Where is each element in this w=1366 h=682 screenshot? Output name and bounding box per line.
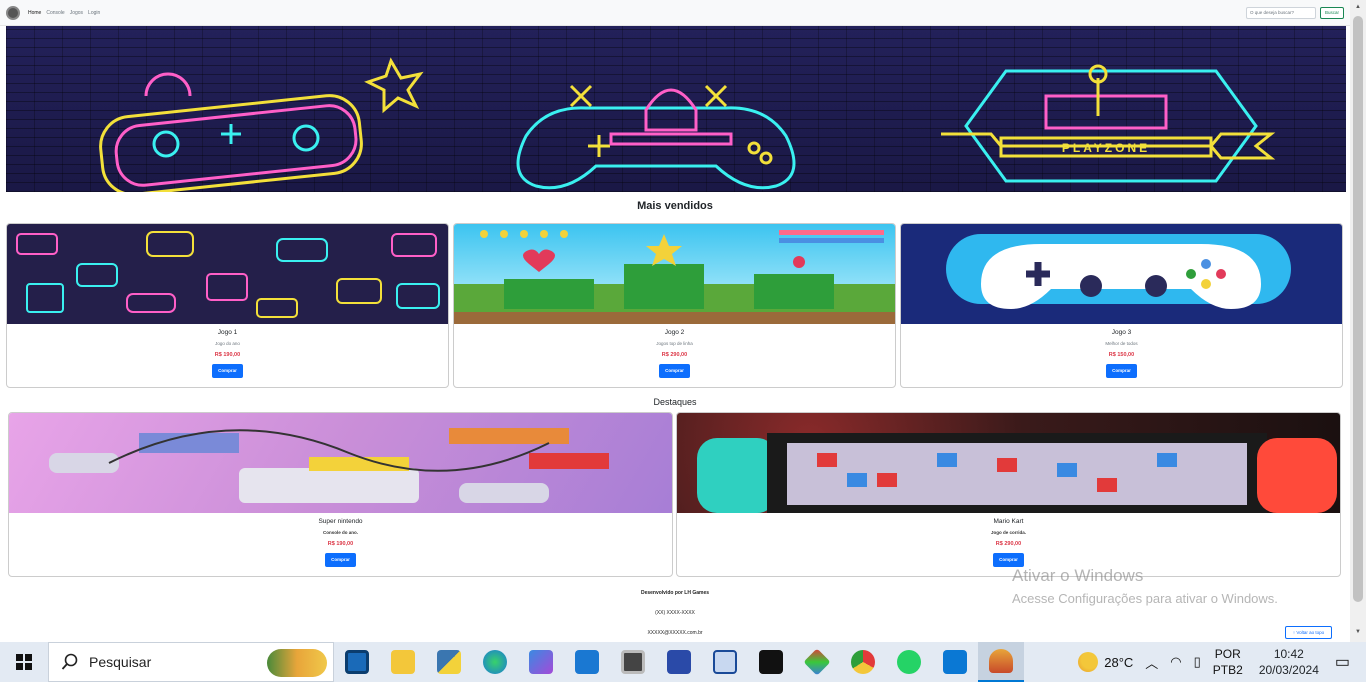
snes-image [49, 428, 609, 503]
browser-active-icon[interactable] [978, 642, 1024, 682]
battery-icon[interactable]: ▯ [1194, 654, 1201, 670]
product-title: Jogo 3 [1111, 329, 1132, 336]
weather-temperature: 28°C [1104, 654, 1134, 670]
product-card-super-nintendo: Super nintendo Console do ano. R$ 190,00… [8, 412, 673, 577]
product-price: R$ 150,00 [1108, 352, 1135, 358]
product-image[interactable] [454, 224, 895, 324]
windows-taskbar: Pesquisar 28°C ︿ ◠ ▯ POR PTB2 10:42 20/0… [0, 642, 1366, 682]
section-title-best-sellers: Mais vendidos [637, 200, 713, 212]
game-app-icon[interactable] [794, 642, 840, 682]
product-subtitle: Jogos top de linha [656, 341, 693, 346]
taskbar-search-label: Pesquisar [89, 654, 152, 670]
edge-icon[interactable] [472, 642, 518, 682]
product-title: Jogo 1 [217, 329, 238, 336]
product-price: R$ 190,00 [327, 541, 354, 547]
notification-icon[interactable]: ▭ [1335, 652, 1350, 672]
product-title: Super nintendo [318, 518, 363, 525]
vscode-icon[interactable] [932, 642, 978, 682]
page-scrollbar[interactable]: ▲ ▼ [1350, 0, 1366, 642]
scroll-up-icon[interactable]: ▲ [1354, 3, 1362, 11]
task-view-icon[interactable] [334, 642, 380, 682]
product-price: R$ 290,00 [661, 352, 688, 358]
platformer-image [480, 230, 884, 309]
nav-link-console[interactable]: Console [46, 10, 64, 16]
mail-icon[interactable] [564, 642, 610, 682]
clock-time: 10:42 [1273, 647, 1304, 661]
footer-phone: (XX) XXXX-XXXX [655, 610, 695, 616]
product-image[interactable] [677, 413, 1340, 513]
nav-link-jogos[interactable]: Jogos [70, 10, 83, 16]
nav-link-login[interactable]: Login [88, 10, 100, 16]
buy-button[interactable]: Comprar [993, 553, 1024, 567]
python-icon[interactable] [426, 642, 472, 682]
weather-widget[interactable]: 28°C [1078, 652, 1133, 672]
product-price: R$ 190,00 [214, 352, 241, 358]
buy-button[interactable]: Comprar [325, 553, 356, 567]
site-logo[interactable] [6, 5, 20, 20]
product-card-mario-kart: Mario Kart Jogo de corrida. R$ 290,00 Co… [676, 412, 1341, 577]
product-title: Jogo 2 [664, 329, 685, 336]
banner-neon-text: PLAYZONE [1062, 141, 1150, 155]
scroll-thumb[interactable] [1353, 16, 1363, 602]
taskbar-clock[interactable]: 10:42 20/03/2024 [1259, 646, 1319, 678]
product-card-jogo-2: Jogo 2 Jogos top de linha R$ 290,00 Comp… [453, 223, 896, 388]
product-subtitle: Jogo de corrida. [990, 530, 1026, 535]
activate-windows-subtitle: Acesse Configurações para ativar o Windo… [1012, 591, 1278, 606]
neon-gamepad-art: PLAYZONE [99, 57, 1276, 192]
remote-desktop-icon[interactable] [656, 642, 702, 682]
taskbar-search[interactable]: Pesquisar [48, 642, 334, 682]
product-card-jogo-1: Jogo 1 Jogo do ano R$ 190,00 Comprar [6, 223, 449, 388]
keyboard-layout: PTB2 [1212, 663, 1243, 677]
start-button[interactable] [0, 642, 48, 682]
activate-windows-title: Ativar o Windows [1012, 566, 1144, 585]
product-subtitle: Jogo do ano [215, 341, 240, 346]
language-indicator[interactable]: POR PTB2 [1213, 646, 1243, 678]
chevron-up-icon[interactable]: ︿ [1145, 653, 1158, 672]
windows-logo-icon [16, 654, 32, 670]
neon-icons-image [16, 231, 440, 318]
chrome-icon[interactable] [840, 642, 886, 682]
nav-link-home[interactable]: Home [28, 10, 41, 16]
buy-button[interactable]: Comprar [1106, 364, 1137, 378]
section-title-featured: Destaques [653, 397, 697, 407]
weather-sun-icon [1078, 652, 1099, 672]
product-subtitle: Console do ano. [322, 530, 358, 535]
search-icon [61, 653, 78, 670]
controller-image [946, 234, 1291, 309]
product-image[interactable] [7, 224, 448, 324]
back-to-top-button[interactable]: ↑ Voltar ao topo [1285, 626, 1332, 639]
hero-banner: PLAYZONE [6, 26, 1346, 192]
access-icon[interactable] [702, 642, 748, 682]
product-image[interactable] [901, 224, 1342, 324]
scroll-down-icon[interactable]: ▼ [1354, 628, 1362, 636]
buy-button[interactable]: Comprar [212, 364, 243, 378]
language-code: POR [1214, 647, 1241, 661]
product-card-jogo-3: Jogo 3 Melhor de todos R$ 150,00 Comprar [900, 223, 1343, 388]
navbar: Home Console Jogos Login O que deseja bu… [0, 0, 1350, 26]
product-price: R$ 290,00 [995, 541, 1022, 547]
search-highlight-icon [267, 649, 327, 677]
search-input[interactable]: O que deseja buscar? [1246, 6, 1316, 19]
whatsapp-icon[interactable] [886, 642, 932, 682]
file-explorer-icon[interactable] [380, 642, 426, 682]
clock-date: 20/03/2024 [1258, 663, 1319, 677]
footer-email: XXXXX@XXXXX.com.br [647, 630, 703, 636]
product-subtitle: Melhor de todos [1105, 341, 1138, 346]
buy-button[interactable]: Comprar [659, 364, 690, 378]
copilot-icon[interactable] [518, 642, 564, 682]
system-tray: 28°C ︿ ◠ ▯ POR PTB2 10:42 20/03/2024 ▭ [1072, 642, 1366, 682]
product-title: Mario Kart [993, 518, 1024, 525]
product-image[interactable] [9, 413, 672, 513]
wifi-icon[interactable]: ◠ [1170, 654, 1181, 670]
switch-image [697, 433, 1337, 513]
terminal-icon[interactable] [748, 642, 794, 682]
computer-icon[interactable] [610, 642, 656, 682]
search-button[interactable]: Buscar [1320, 6, 1344, 19]
